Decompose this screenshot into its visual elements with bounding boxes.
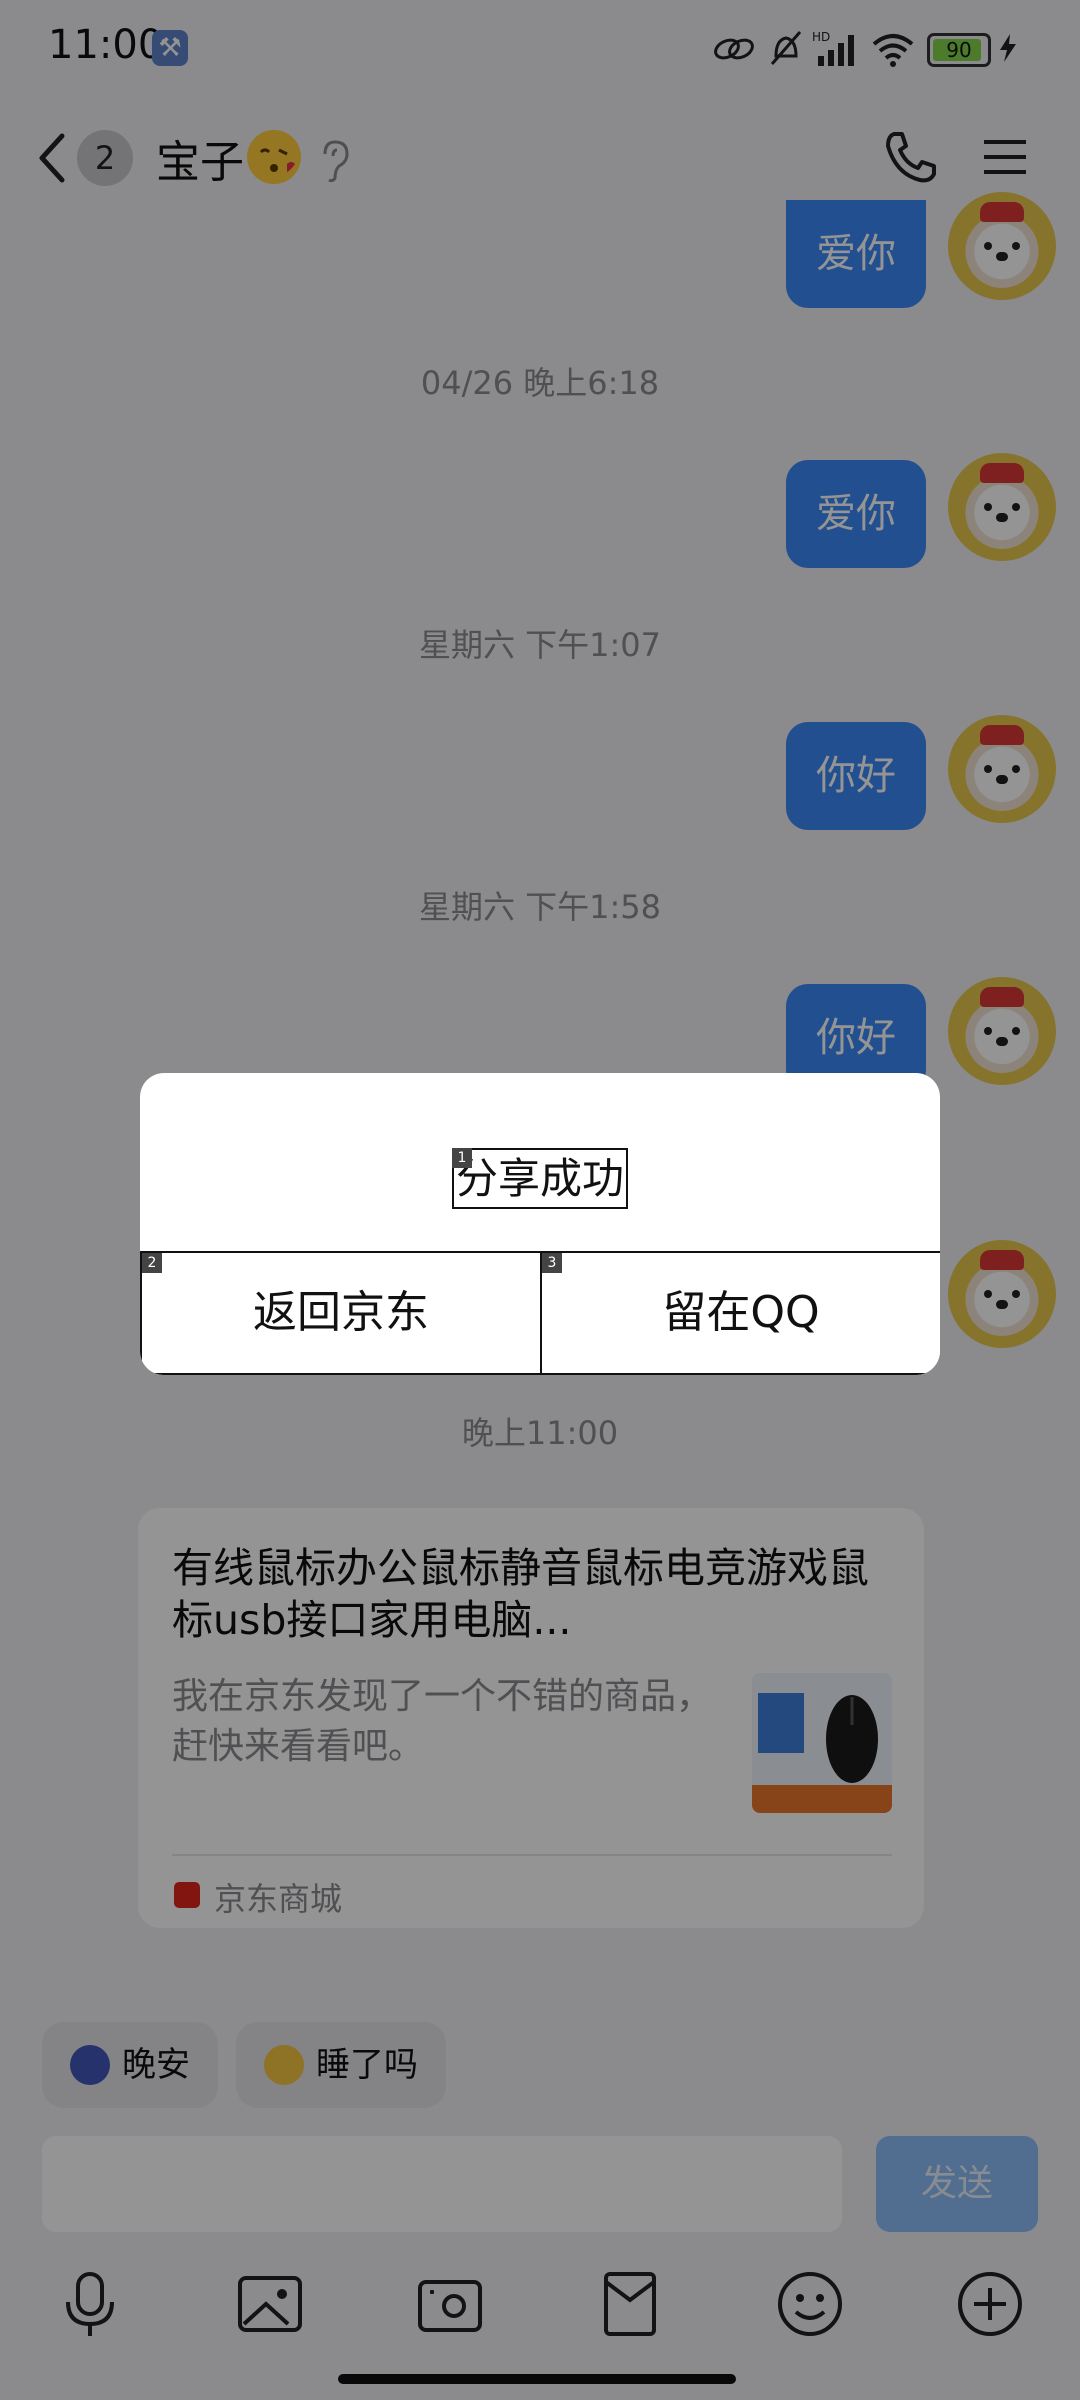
stay-in-qq-button[interactable]: 3 留在QQ (540, 1251, 940, 1375)
element-marker: 1 (451, 1148, 472, 1168)
share-success-dialog: 1 分享成功 2 返回京东 3 留在QQ (140, 1073, 940, 1375)
dialog-message: 1 分享成功 (140, 1145, 940, 1209)
return-button-label: 返回京东 (253, 1287, 429, 1338)
element-marker: 2 (142, 1253, 162, 1273)
stay-button-label: 留在QQ (662, 1287, 820, 1338)
return-to-jd-button[interactable]: 2 返回京东 (140, 1251, 542, 1375)
dialog-message-text: 分享成功 (455, 1154, 624, 1203)
element-marker: 3 (542, 1253, 562, 1273)
